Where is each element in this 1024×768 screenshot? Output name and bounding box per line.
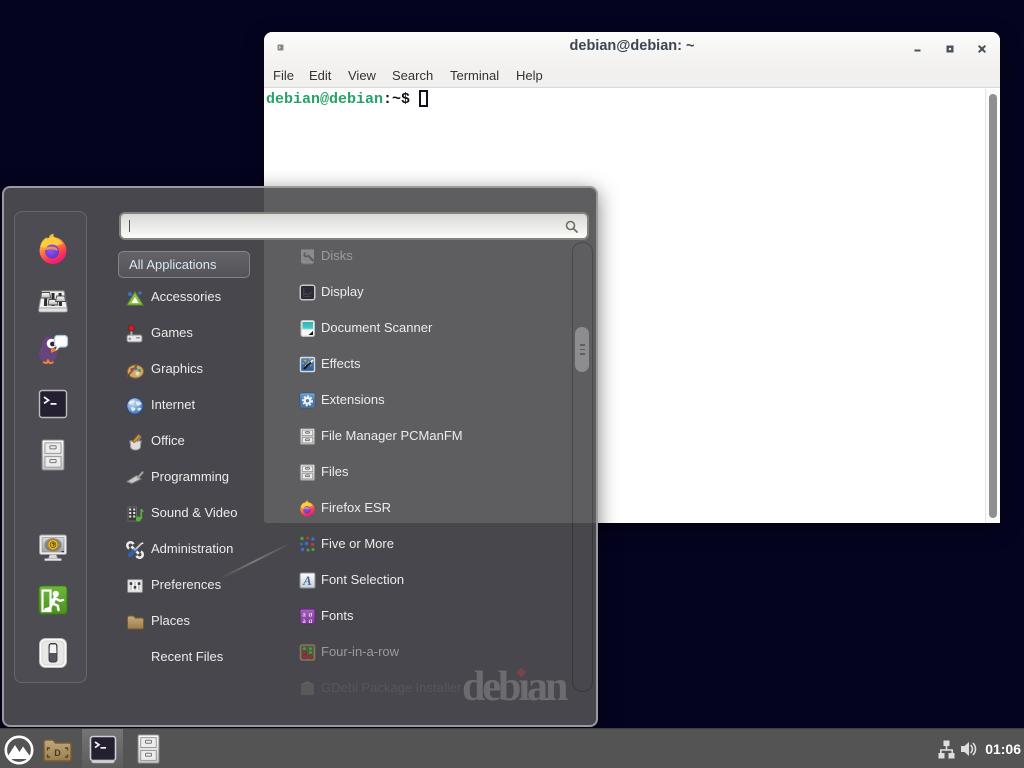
svg-text:a: a	[309, 616, 313, 625]
svg-text:A: A	[302, 573, 312, 588]
svg-text:D: D	[54, 748, 61, 758]
